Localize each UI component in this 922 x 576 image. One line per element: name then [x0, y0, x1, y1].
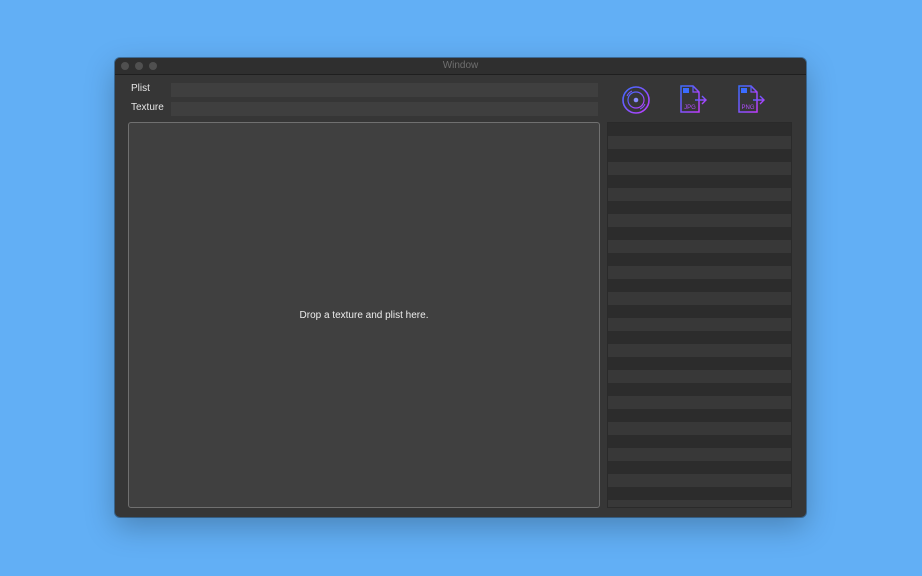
list-row[interactable] — [608, 344, 791, 357]
list-row[interactable] — [608, 279, 791, 292]
list-row[interactable] — [608, 487, 791, 500]
list-row[interactable] — [608, 136, 791, 149]
texture-label: Texture — [131, 102, 164, 113]
list-row[interactable] — [608, 461, 791, 474]
plist-field[interactable] — [171, 83, 598, 97]
list-row[interactable] — [608, 331, 791, 344]
sprite-list[interactable] — [607, 122, 792, 508]
list-row[interactable] — [608, 448, 791, 461]
jpg-badge: JPG — [684, 105, 696, 111]
list-row[interactable] — [608, 500, 791, 507]
list-row[interactable] — [608, 422, 791, 435]
list-row[interactable] — [608, 253, 791, 266]
list-row[interactable] — [608, 435, 791, 448]
list-row[interactable] — [608, 227, 791, 240]
app-window: Window Plist Texture JPG PNG Drop a text… — [115, 58, 806, 517]
window-title: Window — [442, 60, 479, 71]
list-row[interactable] — [608, 123, 791, 136]
drop-zone[interactable]: Drop a texture and plist here. — [128, 122, 600, 508]
drop-zone-message: Drop a texture and plist here. — [299, 309, 429, 321]
list-row[interactable] — [608, 409, 791, 422]
png-badge: PNG — [741, 105, 754, 111]
list-row[interactable] — [608, 201, 791, 214]
list-row[interactable] — [608, 266, 791, 279]
disc-icon[interactable] — [620, 82, 652, 116]
list-row[interactable] — [608, 175, 791, 188]
list-row[interactable] — [608, 474, 791, 487]
plist-label: Plist — [131, 83, 150, 94]
list-row[interactable] — [608, 214, 791, 227]
list-row[interactable] — [608, 357, 791, 370]
list-row[interactable] — [608, 305, 791, 318]
export-png-icon[interactable]: PNG — [735, 82, 767, 116]
list-row[interactable] — [608, 292, 791, 305]
list-row[interactable] — [608, 240, 791, 253]
title-bar[interactable]: Window — [115, 58, 806, 75]
list-row[interactable] — [608, 383, 791, 396]
list-row[interactable] — [608, 149, 791, 162]
list-row[interactable] — [608, 188, 791, 201]
texture-field[interactable] — [171, 102, 598, 116]
list-row[interactable] — [608, 396, 791, 409]
list-row[interactable] — [608, 318, 791, 331]
list-row[interactable] — [608, 370, 791, 383]
list-row[interactable] — [608, 162, 791, 175]
export-jpg-icon[interactable]: JPG — [677, 82, 709, 116]
